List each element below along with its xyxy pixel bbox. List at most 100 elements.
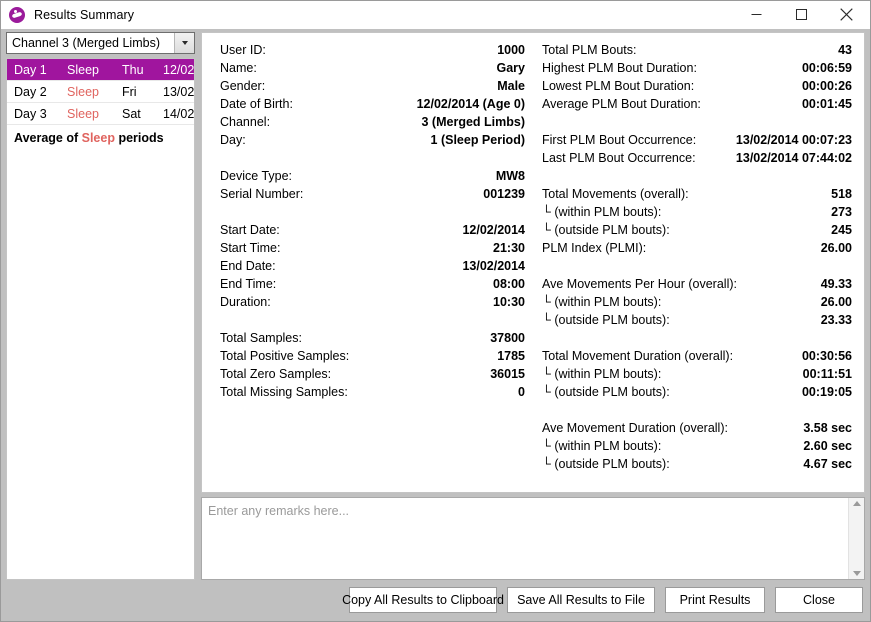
app-logo-icon bbox=[9, 7, 25, 23]
results-row-label: PLM Index (PLMI): bbox=[542, 239, 646, 257]
results-row-label: Highest PLM Bout Duration: bbox=[542, 59, 697, 77]
results-spacer bbox=[542, 329, 852, 347]
results-row: User ID:1000 bbox=[220, 41, 525, 59]
sidebar: Channel 3 (Merged Limbs) Day 1SleepThu12… bbox=[6, 32, 196, 580]
results-row-label: └ (within PLM bouts): bbox=[542, 365, 661, 383]
day-row-date: 13/02/2014 bbox=[156, 81, 194, 103]
results-spacer bbox=[220, 311, 525, 329]
results-row-label: Duration: bbox=[220, 293, 271, 311]
results-row-value: 001239 bbox=[483, 185, 525, 203]
results-row-value: 00:19:05 bbox=[802, 383, 852, 401]
results-row-value: 26.00 bbox=[821, 293, 852, 311]
channel-select[interactable]: Channel 3 (Merged Limbs) bbox=[6, 32, 195, 54]
results-row-label: Last PLM Bout Occurrence: bbox=[542, 149, 696, 167]
results-row: Start Date: 12/02/2014 bbox=[220, 221, 525, 239]
results-row-label: Gender: bbox=[220, 77, 265, 95]
scroll-up-arrow-icon[interactable] bbox=[853, 501, 861, 506]
results-row: End Date: 13/02/2014 bbox=[220, 257, 525, 275]
results-row: Total Positive Samples:1785 bbox=[220, 347, 525, 365]
results-row-label: Total Zero Samples: bbox=[220, 365, 331, 383]
results-row-label: Total Positive Samples: bbox=[220, 347, 349, 365]
results-row: Serial Number: 001239 bbox=[220, 185, 525, 203]
day-row-state: Sleep bbox=[60, 81, 115, 103]
day-row[interactable]: Day 2SleepFri13/02/2014 bbox=[7, 81, 194, 103]
results-row: └ (outside PLM bouts):245 bbox=[542, 221, 852, 239]
remarks-scrollbar[interactable] bbox=[848, 498, 864, 579]
results-row: Last PLM Bout Occurrence:13/02/2014 07:4… bbox=[542, 149, 852, 167]
window-title: Results Summary bbox=[34, 8, 134, 22]
results-panel: User ID:1000Name:GaryGender:MaleDate of … bbox=[201, 32, 865, 493]
results-row-label: Serial Number: bbox=[220, 185, 303, 203]
average-suffix: periods bbox=[115, 131, 164, 145]
results-row-label: End Date: bbox=[220, 257, 276, 275]
day-row-date: 14/02/2014 bbox=[156, 103, 194, 125]
results-spacer bbox=[542, 401, 852, 419]
results-row: Lowest PLM Bout Duration:00:00:26 bbox=[542, 77, 852, 95]
results-row-value: 1000 bbox=[497, 41, 525, 59]
results-row-value: 13/02/2014 bbox=[462, 257, 525, 275]
average-of-periods-label: Average of Sleep periods bbox=[7, 125, 194, 145]
day-row[interactable]: Day 3SleepSat14/02/2014 bbox=[7, 103, 194, 125]
results-row: Total PLM Bouts:43 bbox=[542, 41, 852, 59]
results-row: End Time: 08:00 bbox=[220, 275, 525, 293]
results-row-label: Ave Movement Duration (overall): bbox=[542, 419, 728, 437]
results-row: Ave Movement Duration (overall):3.58 sec bbox=[542, 419, 852, 437]
day-row-date: 12/02/2014 bbox=[156, 59, 194, 81]
results-row-label: └ (within PLM bouts): bbox=[542, 203, 661, 221]
results-row-value: 26.00 bbox=[821, 239, 852, 257]
results-row-label: Channel: bbox=[220, 113, 270, 131]
results-row-label: Day: bbox=[220, 131, 246, 149]
results-row-label: Total Missing Samples: bbox=[220, 383, 348, 401]
results-row-value: 12/02/2014 bbox=[462, 221, 525, 239]
results-row: └ (within PLM bouts):273 bbox=[542, 203, 852, 221]
results-spacer bbox=[220, 149, 525, 167]
results-summary-window: Results Summary Channel 3 (M bbox=[0, 0, 871, 622]
results-row-value: 00:11:51 bbox=[803, 365, 852, 383]
results-row-value: 10:30 bbox=[493, 293, 525, 311]
results-row: └ (outside PLM bouts):23.33 bbox=[542, 311, 852, 329]
results-row: Total Zero Samples: 36015 bbox=[220, 365, 525, 383]
day-row[interactable]: Day 1SleepThu12/02/2014 bbox=[7, 59, 194, 81]
remarks-placeholder[interactable]: Enter any remarks here... bbox=[202, 498, 848, 579]
results-row-label: └ (within PLM bouts): bbox=[542, 293, 661, 311]
results-row-value: 08:00 bbox=[493, 275, 525, 293]
results-row-value: 518 bbox=[831, 185, 852, 203]
close-dialog-button[interactable]: Close bbox=[775, 587, 863, 613]
scroll-down-arrow-icon[interactable] bbox=[853, 571, 861, 576]
results-row-label: Device Type: bbox=[220, 167, 292, 185]
results-row-value: 37800 bbox=[490, 329, 525, 347]
print-results-button[interactable]: Print Results bbox=[665, 587, 765, 613]
results-row: Date of Birth:12/02/2014 (Age 0) bbox=[220, 95, 525, 113]
results-row-value: 36015 bbox=[490, 365, 525, 383]
maximize-button[interactable] bbox=[779, 1, 824, 28]
results-row-value: 3 (Merged Limbs) bbox=[422, 113, 526, 131]
results-row-value: 4.67 sec bbox=[803, 455, 852, 473]
results-row: └ (outside PLM bouts):00:19:05 bbox=[542, 383, 852, 401]
average-prefix: Average of bbox=[14, 131, 82, 145]
results-row: └ (outside PLM bouts):4.67 sec bbox=[542, 455, 852, 473]
results-spacer bbox=[542, 167, 852, 185]
results-row-label: Name: bbox=[220, 59, 257, 77]
results-row: Device Type:MW8 bbox=[220, 167, 525, 185]
day-row-day: Day 3 bbox=[7, 103, 60, 125]
minimize-button[interactable] bbox=[734, 1, 779, 28]
results-row: Total Missing Samples:0 bbox=[220, 383, 525, 401]
close-button[interactable] bbox=[824, 1, 869, 28]
results-row-label: Average PLM Bout Duration: bbox=[542, 95, 701, 113]
results-row-value: 1 (Sleep Period) bbox=[431, 131, 525, 149]
chevron-down-icon[interactable] bbox=[174, 33, 194, 53]
results-row-value: 245 bbox=[831, 221, 852, 239]
results-row-label: Date of Birth: bbox=[220, 95, 293, 113]
results-row-label: End Time: bbox=[220, 275, 276, 293]
results-row-label: Start Date: bbox=[220, 221, 280, 239]
results-row-label: Total PLM Bouts: bbox=[542, 41, 637, 59]
title-bar: Results Summary bbox=[1, 1, 870, 29]
save-all-results-to-file-button[interactable]: Save All Results to File bbox=[507, 587, 655, 613]
copy-all-results-to-clipboard-button[interactable]: Copy All Results to Clipboard bbox=[349, 587, 497, 613]
results-right-column: Total PLM Bouts:43Highest PLM Bout Durat… bbox=[542, 41, 852, 473]
remarks-field[interactable]: Enter any remarks here... bbox=[201, 497, 865, 580]
results-row-value: 13/02/2014 00:07:23 bbox=[736, 131, 852, 149]
results-row-value: 00:01:45 bbox=[802, 95, 852, 113]
results-row: └ (within PLM bouts): 00:11:51 bbox=[542, 365, 852, 383]
results-row: └ (within PLM bouts): 26.00 bbox=[542, 293, 852, 311]
